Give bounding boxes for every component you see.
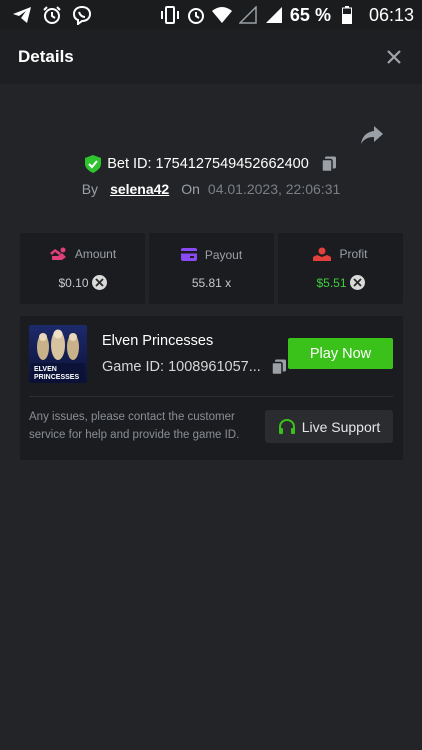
headset-icon — [278, 418, 296, 436]
stat-label: Payout — [204, 247, 243, 262]
game-thumbnail[interactable]: ELVEN PRINCESSES — [29, 325, 87, 383]
game-id-row: Game ID: 1008961057... — [102, 359, 287, 375]
live-support-button[interactable]: Live Support — [265, 410, 393, 443]
signal-icon — [264, 5, 284, 25]
amount-icon — [49, 247, 67, 261]
page-title: Details — [18, 47, 74, 66]
battery-icon — [337, 5, 357, 25]
status-bar: 65 % 06:13 — [0, 0, 422, 30]
bet-date: 04.01.2023, 22:06:31 — [207, 181, 341, 197]
coin-icon — [91, 275, 107, 290]
support-text: Any issues, please contact the customer … — [29, 411, 240, 441]
live-support-label: Live Support — [301, 418, 381, 435]
stat-value: 55.81 x — [191, 275, 232, 290]
stat-payout: Payout 55.81 x — [149, 233, 274, 304]
signal-empty-icon — [238, 5, 258, 25]
stat-label: Amount — [74, 247, 117, 261]
bet-meta-row: By selena42 On 04.01.2023, 22:06:31 — [0, 178, 422, 200]
bet-id: Bet ID: 1754127549452662400 — [107, 156, 309, 172]
coin-icon — [349, 275, 365, 290]
on-label: On — [181, 181, 200, 197]
bet-stats: Amount $0.10 Payout 55.81 x Profit $5.51 — [20, 233, 403, 304]
stat-amount: Amount $0.10 — [20, 233, 145, 304]
share-icon[interactable] — [360, 124, 384, 146]
header: Details — [0, 30, 422, 84]
payout-icon — [180, 248, 197, 261]
close-icon[interactable] — [384, 47, 404, 67]
thumb-text: PRINCESSES — [34, 374, 79, 381]
alarm-icon — [42, 5, 62, 25]
verified-shield-icon — [85, 155, 102, 173]
game-card: ELVEN PRINCESSES Elven Princesses Game I… — [20, 316, 403, 460]
stat-profit: Profit $5.51 — [278, 233, 403, 304]
clock: 06:13 — [368, 4, 414, 25]
divider — [29, 396, 393, 397]
by-label: By — [81, 181, 99, 197]
thumb-text: ELVEN — [34, 366, 57, 373]
vibrate-icon — [160, 5, 180, 25]
copy-icon[interactable] — [321, 156, 337, 172]
game-title: Elven Princesses — [102, 333, 214, 349]
stat-label: Profit — [339, 247, 368, 261]
stat-value: $0.10 — [58, 275, 89, 290]
telegram-icon — [12, 5, 32, 25]
copy-icon[interactable] — [271, 359, 287, 375]
alarm-icon — [186, 5, 206, 25]
stat-value: $5.51 — [316, 275, 347, 290]
profit-icon — [313, 247, 332, 261]
bet-id-row: Bet ID: 1754127549452662400 — [0, 152, 422, 176]
wifi-icon — [211, 5, 232, 25]
game-id: Game ID: 1008961057... — [102, 359, 261, 375]
username-link[interactable]: selena42 — [110, 181, 169, 197]
battery-percent: 65 % — [289, 4, 331, 25]
viber-icon — [72, 5, 92, 25]
play-now-button[interactable]: Play Now — [288, 338, 393, 369]
